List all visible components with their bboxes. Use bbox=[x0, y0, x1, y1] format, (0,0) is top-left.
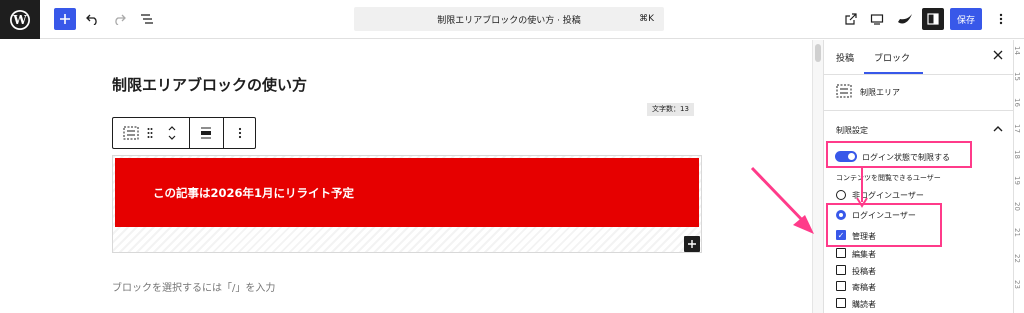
ruler-number: 23 bbox=[1013, 280, 1021, 289]
block-type-button[interactable] bbox=[117, 118, 145, 148]
restricted-area-icon bbox=[836, 84, 852, 98]
save-button[interactable]: 保存 bbox=[950, 8, 982, 30]
editor-top-bar: W 制限エリアブロックの使い方 · 投稿 ⌘K 保存 bbox=[0, 0, 1024, 39]
users-heading: コンテンツを閲覧できるユーザー bbox=[836, 174, 941, 182]
ruler-number: 19 bbox=[1013, 176, 1021, 185]
post-title[interactable]: 制限エリアブロックの使い方 bbox=[112, 74, 307, 95]
external-link-icon bbox=[845, 13, 857, 25]
checkbox-subscriber[interactable] bbox=[836, 298, 846, 308]
block-name: 制限エリア bbox=[860, 88, 900, 97]
ruler-number: 21 bbox=[1013, 228, 1021, 237]
checkbox-label: 寄稿者 bbox=[852, 283, 876, 292]
command-label: 制限エリアブロックの使い方 · 投稿 bbox=[437, 15, 581, 26]
chevron-up-down-icon bbox=[168, 126, 176, 140]
chevron-up-icon[interactable] bbox=[993, 125, 1003, 133]
toolbar-divider bbox=[189, 118, 190, 148]
document-overview-button[interactable] bbox=[136, 8, 158, 30]
drag-handle[interactable] bbox=[143, 118, 157, 148]
checkbox-label: 購読者 bbox=[852, 300, 876, 309]
block-toolbar bbox=[112, 117, 256, 149]
block-inserter-button[interactable] bbox=[684, 236, 700, 252]
align-wide-icon bbox=[201, 127, 211, 139]
checkbox-label: 編集者 bbox=[852, 250, 876, 259]
block-options-button[interactable] bbox=[225, 118, 255, 148]
wordpress-logo-icon[interactable]: W bbox=[0, 0, 40, 39]
highlight-box bbox=[826, 141, 972, 168]
restricted-area-icon bbox=[123, 126, 139, 140]
move-up-down-buttons[interactable] bbox=[161, 118, 183, 148]
sidebar-icon bbox=[927, 13, 939, 25]
red-notice-text[interactable]: この記事は2026年1月にリライト予定 bbox=[153, 185, 354, 201]
vertical-ellipsis-icon bbox=[238, 127, 242, 139]
scrollbar-thumb[interactable] bbox=[815, 44, 821, 62]
redo-icon bbox=[115, 14, 126, 25]
annotation-arrow-icon bbox=[750, 166, 814, 234]
close-icon bbox=[993, 50, 1003, 60]
checkbox-editor[interactable] bbox=[836, 248, 846, 258]
options-menu-button[interactable] bbox=[990, 8, 1012, 30]
add-block-button[interactable] bbox=[54, 8, 76, 30]
plus-icon bbox=[688, 240, 696, 248]
view-post-button[interactable] bbox=[840, 8, 862, 30]
drag-handle-icon bbox=[147, 128, 153, 138]
ruler-number: 22 bbox=[1013, 254, 1021, 263]
tab-post-label: 投稿 bbox=[836, 53, 855, 64]
toolbar-divider bbox=[223, 118, 224, 148]
ruler-number: 14 bbox=[1013, 46, 1021, 55]
section-title[interactable]: 制限設定 bbox=[836, 125, 868, 136]
align-button[interactable] bbox=[191, 118, 221, 148]
radio-non-logged-in[interactable] bbox=[836, 190, 846, 200]
style-plugin-button[interactable] bbox=[894, 8, 916, 30]
connector-arrow-icon bbox=[856, 168, 868, 208]
block-placeholder[interactable]: ブロックを選択するには「/」を入力 bbox=[112, 279, 275, 294]
ruler-number: 17 bbox=[1013, 124, 1021, 133]
ruler-number: 15 bbox=[1013, 72, 1021, 81]
plus-icon bbox=[60, 14, 70, 24]
vertical-ellipsis-icon bbox=[999, 13, 1003, 25]
command-palette-bar[interactable]: 制限エリアブロックの使い方 · 投稿 ⌘K bbox=[354, 7, 664, 31]
ruler-number: 18 bbox=[1013, 150, 1021, 159]
sidebar-divider bbox=[824, 110, 1013, 111]
redo-button[interactable] bbox=[108, 8, 130, 30]
preview-device-button[interactable] bbox=[866, 8, 888, 30]
undo-icon bbox=[86, 14, 97, 25]
checkbox-label: 投稿者 bbox=[852, 267, 876, 276]
checkbox-contributor[interactable] bbox=[836, 281, 846, 291]
list-view-icon bbox=[141, 14, 153, 24]
red-notice-block[interactable]: この記事は2026年1月にリライト予定 bbox=[115, 158, 699, 227]
tab-block-label: ブロック bbox=[874, 53, 911, 64]
sidebar-divider bbox=[824, 74, 1013, 75]
undo-button[interactable] bbox=[82, 8, 104, 30]
swoosh-icon bbox=[898, 14, 912, 24]
desktop-icon bbox=[870, 14, 884, 25]
checkbox-author[interactable] bbox=[836, 265, 846, 275]
ruler-number: 20 bbox=[1013, 202, 1021, 211]
ruler-number: 16 bbox=[1013, 98, 1021, 107]
word-count-badge: 文字数：13 bbox=[647, 103, 694, 116]
tab-block[interactable]: ブロック bbox=[874, 40, 910, 74]
close-sidebar-button[interactable] bbox=[993, 49, 1003, 64]
command-shortcut: ⌘K bbox=[639, 14, 654, 24]
tab-post[interactable]: 投稿 bbox=[836, 40, 854, 74]
settings-panel-toggle[interactable] bbox=[922, 8, 944, 30]
svg-text:W: W bbox=[12, 13, 27, 27]
highlight-box bbox=[826, 203, 942, 247]
